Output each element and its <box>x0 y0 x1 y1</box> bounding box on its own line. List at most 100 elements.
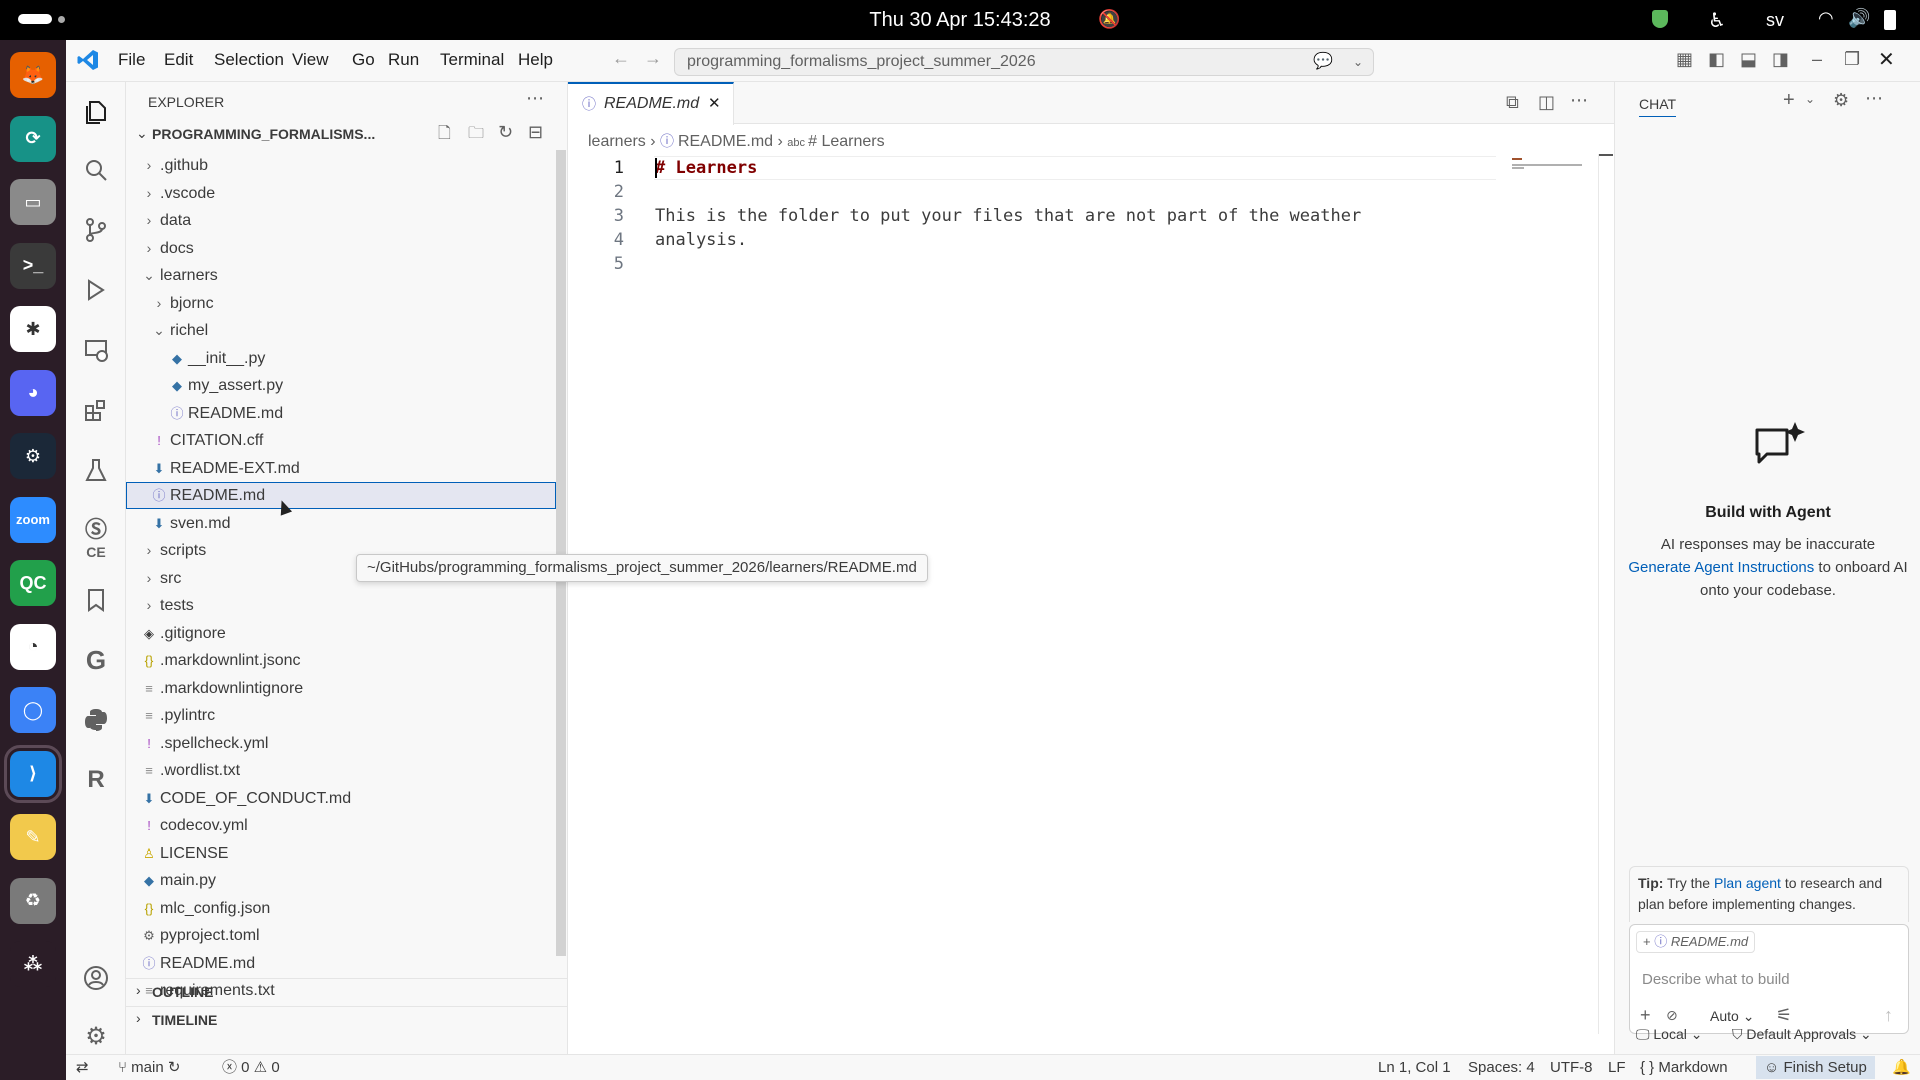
close-tab-icon[interactable]: ✕ <box>708 84 721 124</box>
tree-folder[interactable]: › bjornc <box>126 290 556 317</box>
chat-title[interactable]: CHAT <box>1639 96 1677 117</box>
encoding[interactable]: UTF-8 <box>1550 1055 1593 1080</box>
testing-icon[interactable] <box>80 454 112 486</box>
toggle-panel-icon[interactable]: ⬓ <box>1740 49 1757 70</box>
tree-file[interactable]: ⬇ README-EXT.md <box>126 455 556 482</box>
collapse-all-icon[interactable]: ⊟ <box>528 122 543 143</box>
tree-folder[interactable]: ⌄ richel <box>126 317 556 344</box>
accessibility-icon[interactable]: ♿ <box>1708 8 1726 33</box>
clock[interactable]: Thu 30 Apr 15:43:28 <box>0 0 1920 40</box>
branch-indicator[interactable]: ⑂ main ↻ <box>118 1055 180 1080</box>
explorer-icon[interactable] <box>80 96 112 128</box>
toggle-primary-sidebar-icon[interactable]: ◧ <box>1708 49 1725 70</box>
tree-file[interactable]: ⓘ README.md <box>126 400 556 427</box>
terminal-icon[interactable]: >_ <box>10 242 56 289</box>
outline-section[interactable]: › OUTLINE <box>126 978 568 1004</box>
search-icon[interactable] <box>80 154 112 186</box>
menu-terminal[interactable]: Terminal <box>440 50 504 70</box>
context-attachment[interactable]: + ⓘ README.md <box>1636 931 1756 953</box>
tree-file[interactable]: ⬇ CODE_OF_CONDUCT.md <box>126 785 556 812</box>
notifications-bell-icon[interactable]: 🔔 <box>1892 1055 1911 1080</box>
end-of-line[interactable]: LF <box>1608 1055 1626 1080</box>
nav-back-icon[interactable]: ← <box>612 48 630 69</box>
tree-file[interactable]: ◆ main.py <box>126 867 556 894</box>
bookmark-icon[interactable] <box>80 584 112 616</box>
breadcrumb-symbol[interactable]: # Learners <box>808 133 885 150</box>
refresh-icon[interactable]: ↻ <box>498 122 513 143</box>
menu-selection[interactable]: Selection <box>214 50 284 70</box>
chevron-down-icon[interactable]: ⌄ <box>1805 92 1815 106</box>
trash-icon[interactable]: ♻ <box>10 877 56 924</box>
source-control-icon[interactable] <box>80 214 112 246</box>
language-mode[interactable]: { } Markdown <box>1640 1055 1728 1080</box>
editor-more-actions-icon[interactable]: ⋯ <box>1570 90 1588 111</box>
tree-file[interactable]: ! codecov.yml <box>126 812 556 839</box>
extensions-icon[interactable] <box>80 394 112 426</box>
tree-folder[interactable]: › tests <box>126 592 556 619</box>
finish-setup-button[interactable]: ☺ Finish Setup <box>1756 1056 1875 1079</box>
python-icon[interactable] <box>80 704 112 736</box>
remote-explorer-icon[interactable] <box>80 334 112 366</box>
tree-file[interactable]: ♙ LICENSE <box>126 840 556 867</box>
slack-icon[interactable]: ✱ <box>10 306 56 352</box>
tree-file[interactable]: ⓘ README.md <box>126 950 556 977</box>
tree-folder[interactable]: › docs <box>126 235 556 262</box>
tree-file[interactable]: ! .spellcheck.yml <box>126 730 556 757</box>
firefox-icon[interactable]: 🦊 <box>10 52 56 98</box>
files-icon[interactable]: ▭ <box>10 179 56 225</box>
more-actions-icon[interactable]: ⋯ <box>526 88 544 109</box>
nav-forward-icon[interactable]: → <box>644 48 662 69</box>
approvals-picker[interactable]: ⛉ Default Approvals ⌄ <box>1732 1026 1872 1043</box>
maximize-icon[interactable]: ❐ <box>1844 49 1860 70</box>
menu-help[interactable]: Help <box>518 50 553 70</box>
sonar-ce-icon[interactable]: Ⓢ CE <box>80 514 112 560</box>
split-editor-icon[interactable]: ◫ <box>1538 92 1555 113</box>
menu-edit[interactable]: Edit <box>164 50 193 70</box>
vscode-icon[interactable]: ⟩ <box>4 744 62 803</box>
ubuntu-icon[interactable]: ⁂ <box>10 941 56 987</box>
gitkraken-icon[interactable]: ⟳ <box>10 115 56 162</box>
gitkraken-icon[interactable]: G <box>80 644 112 676</box>
problems-indicator[interactable]: ⓧ 0 ⚠ 0 <box>222 1055 280 1080</box>
volume-icon[interactable]: 🔊 <box>1848 8 1870 29</box>
keyboard-language[interactable]: sv <box>1766 10 1784 31</box>
timeline-section[interactable]: › TIMELINE <box>126 1006 568 1032</box>
tab-readme[interactable]: ⓘ README.md ✕ <box>568 82 734 125</box>
tree-file[interactable]: ◆ my_assert.py <box>126 372 556 399</box>
customize-layout-icon[interactable]: ▦ <box>1676 49 1693 70</box>
manage-gear-icon[interactable]: ⚙ <box>80 1020 112 1052</box>
app-icon[interactable]: ◔ <box>10 623 56 670</box>
minimap[interactable] <box>1506 154 1596 214</box>
shield-icon[interactable] <box>1652 10 1668 28</box>
code-area[interactable]: 1 # Learners 2 3 This is the folder to put y… <box>568 154 1498 1034</box>
breadcrumb-folder[interactable]: learners <box>588 133 646 150</box>
tree-file[interactable]: {} mlc_config.json <box>126 895 556 922</box>
menu-go[interactable]: Go <box>352 50 375 70</box>
battery-icon[interactable] <box>1884 10 1896 30</box>
chevron-down-icon[interactable]: ⌄ <box>1353 49 1363 75</box>
tree-file[interactable]: ≡ .wordlist.txt <box>126 757 556 784</box>
tree-file[interactable]: ⚙ pyproject.toml <box>126 922 556 949</box>
remote-indicator-icon[interactable]: ⇄ <box>76 1055 89 1080</box>
tree-file[interactable]: ! CITATION.cff <box>126 427 556 454</box>
new-folder-icon[interactable]: 🗀 <box>468 122 484 149</box>
tree-folder[interactable]: › data <box>126 207 556 234</box>
zoom-icon[interactable]: zoom <box>10 496 56 543</box>
generate-agent-instructions-link[interactable]: Generate Agent Instructions <box>1628 559 1814 576</box>
cursor-position[interactable]: Ln 1, Col 1 <box>1378 1055 1451 1080</box>
explorer-root-header[interactable]: ⌄ PROGRAMMING_FORMALISMS... 🗋 🗀 ↻ ⊟ <box>126 122 568 148</box>
menu-run[interactable]: Run <box>388 50 419 70</box>
qc-icon[interactable]: QC <box>10 560 56 606</box>
menu-file[interactable]: File <box>118 50 145 70</box>
chat-more-actions-icon[interactable]: ⋯ <box>1865 88 1883 109</box>
run-debug-icon[interactable] <box>80 274 112 306</box>
command-center-search[interactable]: programming_formalisms_project_summer_20… <box>674 48 1374 76</box>
text-editor-icon[interactable]: ✎ <box>10 814 56 860</box>
tree-file[interactable]: ⓘ README.md <box>126 482 556 509</box>
local-picker[interactable]: 🖵 Local ⌄ <box>1636 1026 1702 1043</box>
toggle-secondary-sidebar-icon[interactable]: ◨ <box>1772 49 1789 70</box>
menu-view[interactable]: View <box>292 50 329 70</box>
r-language-icon[interactable]: R <box>80 764 112 796</box>
tree-folder[interactable]: ⌄ learners <box>126 262 556 289</box>
breadcrumb-file[interactable]: README.md <box>678 133 773 150</box>
